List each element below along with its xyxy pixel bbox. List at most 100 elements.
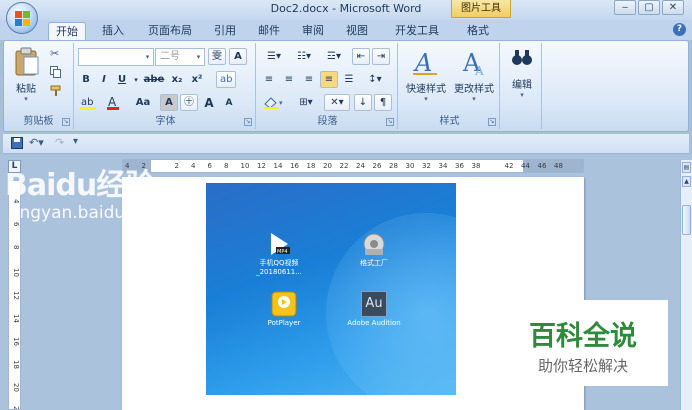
chevron-down-icon: ▾ xyxy=(196,53,201,61)
styles-launcher-icon[interactable]: ↘ xyxy=(488,118,496,126)
tab-insert[interactable]: 插入 xyxy=(96,22,130,40)
font-color-icon: A xyxy=(107,95,119,110)
ruler-tick: 14 xyxy=(273,162,283,170)
vertical-scrollbar[interactable]: ▤ ▲ xyxy=(680,160,692,410)
ruler-tick: 38 xyxy=(471,162,481,170)
watermark-url: jingyan.baidu.com xyxy=(10,203,167,223)
desktop-icon-video[interactable]: MP4 手机QQ视频_20180611... xyxy=(251,231,307,277)
quick-styles-button[interactable]: A 快速样式 ▾ xyxy=(404,47,448,103)
help-icon[interactable]: ? xyxy=(673,23,686,36)
ruler-tick: 28 xyxy=(389,162,398,170)
cut-icon[interactable]: ✂ xyxy=(50,47,59,60)
decrease-indent-icon[interactable]: ⇤ xyxy=(352,48,370,65)
office-button[interactable] xyxy=(6,2,38,34)
scroll-up-icon[interactable]: ▲ xyxy=(682,176,691,187)
change-case-button[interactable]: Aa xyxy=(130,94,156,111)
enclose-characters-icon[interactable]: ㊉ xyxy=(180,94,198,111)
ruler-tick: 34 xyxy=(438,162,448,170)
scrollbar-thumb[interactable] xyxy=(682,205,691,235)
align-center-icon[interactable]: ≡ xyxy=(280,71,298,88)
format-painter-icon[interactable] xyxy=(50,85,62,97)
tab-view[interactable]: 视图 xyxy=(340,22,374,40)
underline-button[interactable]: U xyxy=(114,71,130,88)
customize-toolbar-icon[interactable]: ▾ xyxy=(73,136,78,147)
paste-button[interactable]: 粘贴 ▾ xyxy=(12,47,40,103)
tab-developer[interactable]: 开发工具 xyxy=(388,22,446,40)
close-button[interactable]: ✕ xyxy=(662,0,684,15)
editing-button[interactable]: 编辑 ▾ xyxy=(504,47,540,103)
tab-review[interactable]: 审阅 xyxy=(296,22,330,40)
tab-format[interactable]: 格式 xyxy=(458,22,498,40)
phonetic-guide-button[interactable]: 雯 xyxy=(208,48,226,65)
format-factory-icon xyxy=(361,231,387,257)
picture-tools-context-tab[interactable]: 图片工具 xyxy=(451,0,511,18)
superscript-button[interactable]: x² xyxy=(188,71,206,88)
numbering-icon[interactable]: ☷▾ xyxy=(290,48,318,65)
font-name-combo[interactable]: ▾ xyxy=(78,48,154,66)
text-effect-icon[interactable]: ab xyxy=(216,71,236,88)
ruler-toggle-icon[interactable]: ▤ xyxy=(682,162,691,173)
paragraph-group-label: 段落 xyxy=(317,116,338,127)
ruler-tick: 24 xyxy=(356,162,365,170)
multilevel-list-icon[interactable]: ☲▾ xyxy=(320,48,348,65)
clipboard-group: 粘贴 ▾ ✂ 剪贴板 ↘ xyxy=(4,43,74,129)
tab-home[interactable]: 开始 xyxy=(48,22,86,40)
distributed-icon[interactable]: ☰ xyxy=(340,71,358,88)
chinese-layout-icon[interactable]: ✕▾ xyxy=(324,94,350,111)
potplayer-icon xyxy=(271,291,297,317)
svg-text:A: A xyxy=(108,95,117,109)
ruler-tick: 22 xyxy=(339,162,349,170)
justify-icon[interactable]: ≡ xyxy=(320,71,338,88)
ruler-tick: 16 xyxy=(12,337,20,346)
font-launcher-icon[interactable]: ↘ xyxy=(244,118,252,126)
chevron-down-icon: ▾ xyxy=(472,95,476,103)
tab-references[interactable]: 引用 xyxy=(208,22,242,40)
change-styles-button[interactable]: AA 更改样式 ▾ xyxy=(452,47,496,103)
sort-icon[interactable]: ↓ xyxy=(354,94,372,111)
svg-text:A: A xyxy=(413,49,432,77)
audition-icon: Au xyxy=(361,291,387,317)
subscript-button[interactable]: x₂ xyxy=(168,71,186,88)
shrink-font-button[interactable]: A xyxy=(220,94,238,111)
align-right-icon[interactable]: ≡ xyxy=(300,71,318,88)
baike-badge: 百科全说 助你轻松解决 xyxy=(498,300,668,386)
desktop-icon-audition[interactable]: Au Adobe Audition xyxy=(346,291,402,328)
italic-button[interactable]: I xyxy=(96,71,112,88)
grow-font-button[interactable]: A xyxy=(200,94,218,111)
bold-button[interactable]: B xyxy=(78,71,94,88)
show-marks-icon[interactable]: ¶ xyxy=(374,94,392,111)
shading-icon[interactable]: ▾ xyxy=(260,94,288,111)
maximize-button[interactable]: ▢ xyxy=(638,0,660,15)
line-spacing-icon[interactable]: ↕▾ xyxy=(362,71,388,88)
chevron-down-icon[interactable]: ▾ xyxy=(132,71,140,88)
ruler-tick: 14 xyxy=(12,314,20,323)
borders-icon[interactable]: ⊞▾ xyxy=(292,94,320,111)
minimize-button[interactable]: ‒ xyxy=(614,0,636,15)
desktop-icon-label: PotPlayer xyxy=(267,319,301,327)
font-group: ▾ 二号 ▾ 雯 A B I U ▾ abe x₂ x² ab ab A Aa … xyxy=(76,43,256,129)
chevron-down-icon: ▾ xyxy=(520,91,524,99)
tab-mailings[interactable]: 邮件 xyxy=(252,22,286,40)
highlight-color-button[interactable]: ab xyxy=(78,94,102,111)
character-shading-button[interactable]: A xyxy=(160,94,178,111)
character-border-button[interactable]: A xyxy=(229,48,247,65)
binoculars-icon xyxy=(512,50,532,65)
ruler-tick: 26 xyxy=(372,162,382,170)
clipboard-launcher-icon[interactable]: ↘ xyxy=(62,118,70,126)
align-left-icon[interactable]: ≡ xyxy=(260,71,278,88)
tab-page-layout[interactable]: 页面布局 xyxy=(142,22,198,40)
copy-icon[interactable] xyxy=(50,66,62,78)
svg-text:A: A xyxy=(474,64,484,77)
bullets-icon[interactable]: ☰▾ xyxy=(260,48,288,65)
strikethrough-button[interactable]: abe xyxy=(142,71,166,88)
ruler-tick: 12 xyxy=(12,291,20,300)
desktop-icon-potplayer[interactable]: PotPlayer xyxy=(256,291,312,328)
quick-styles-label: 快速样式 xyxy=(406,84,446,95)
font-color-button[interactable]: A xyxy=(104,94,126,111)
desktop-icon-format-factory[interactable]: 格式工厂 xyxy=(346,231,402,268)
increase-indent-icon[interactable]: ⇥ xyxy=(372,48,390,65)
svg-text:MP4: MP4 xyxy=(277,249,288,255)
font-size-combo[interactable]: 二号 ▾ xyxy=(155,48,205,66)
ruler-tick: 18 xyxy=(306,162,316,170)
paragraph-launcher-icon[interactable]: ↘ xyxy=(386,118,394,126)
